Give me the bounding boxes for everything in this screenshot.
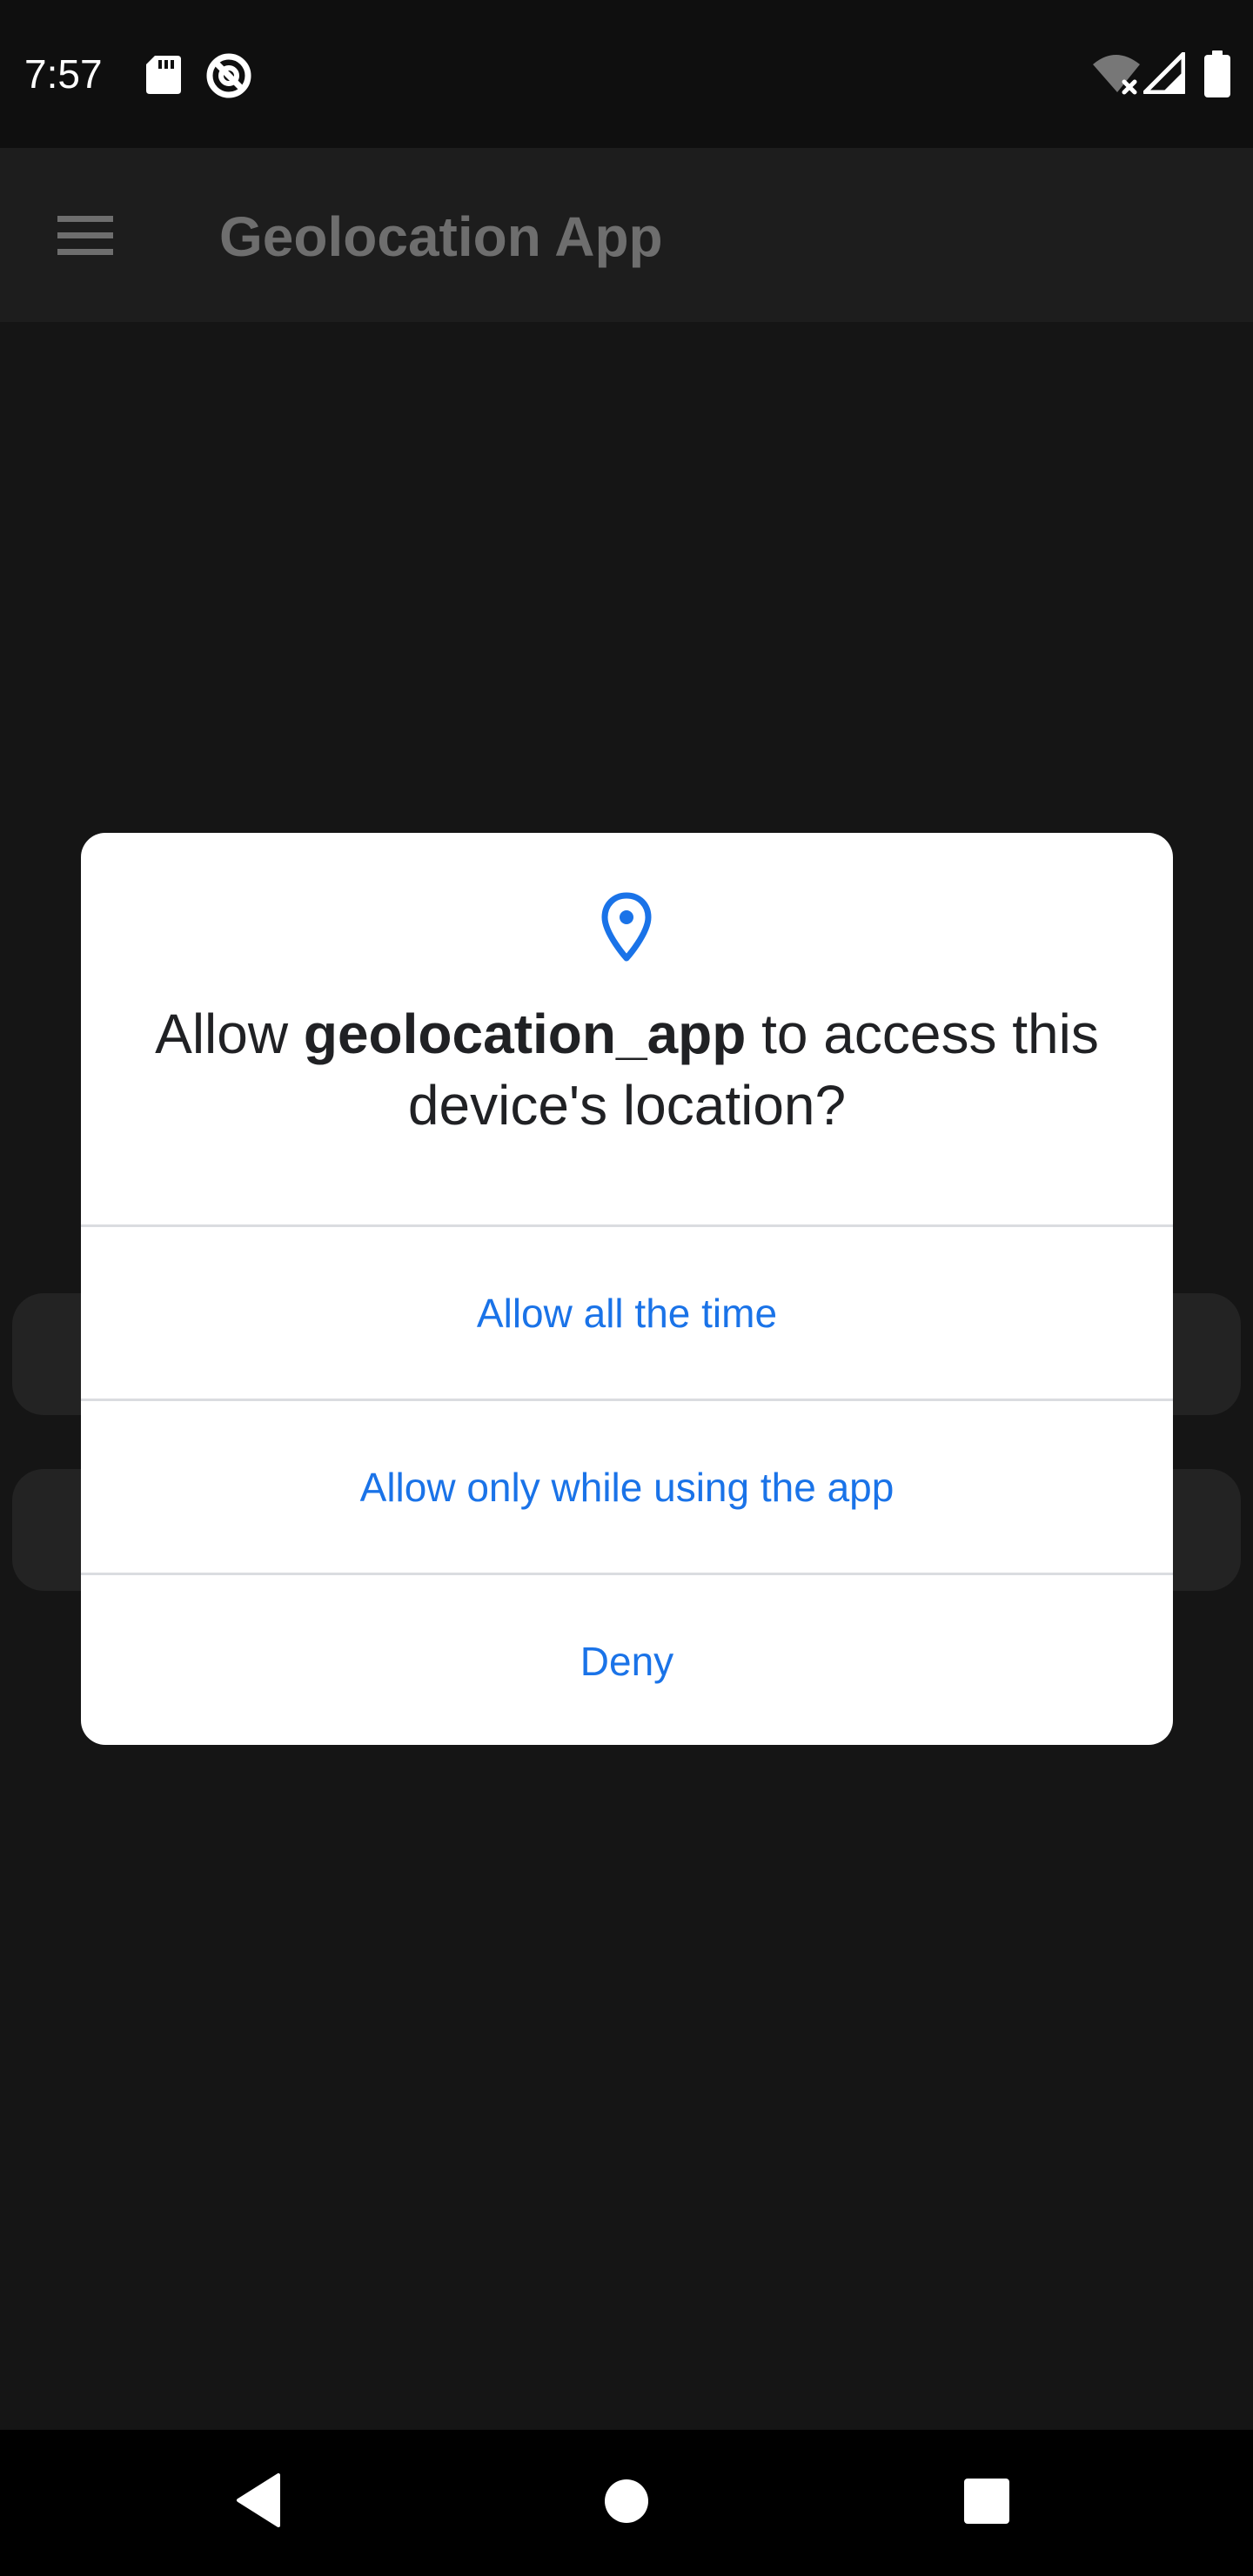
allow-all-the-time-button[interactable]: Allow all the time: [81, 1227, 1173, 1399]
home-icon[interactable]: [604, 2479, 649, 2524]
menu-icon[interactable]: [44, 193, 127, 277]
dialog-message: Allow geolocation_app to access this dev…: [116, 998, 1138, 1141]
cellular-signal-icon: [1143, 52, 1185, 94]
app-title: Geolocation App: [219, 205, 663, 268]
recents-icon[interactable]: [964, 2479, 1009, 2524]
wifi-no-internet-icon: [1093, 55, 1140, 95]
status-bar: 7:57: [0, 0, 1253, 148]
battery-icon: [1204, 50, 1230, 97]
app-name: geolocation_app: [303, 1003, 747, 1065]
message-prefix: Allow: [155, 1003, 304, 1065]
permission-dialog: Allow geolocation_app to access this dev…: [81, 833, 1173, 1745]
status-time: 7:57: [24, 51, 103, 97]
sd-card-icon: [146, 56, 181, 94]
location-pin-icon: [601, 892, 652, 962]
deny-button[interactable]: Deny: [81, 1575, 1173, 1745]
allow-while-using-button[interactable]: Allow only while using the app: [81, 1401, 1173, 1573]
screen: 7:57 Geolocation App Allow geolocation_a…: [0, 0, 1253, 2576]
navigation-bar: [0, 2430, 1253, 2576]
do-not-disturb-icon: [206, 53, 251, 98]
back-icon[interactable]: [233, 2472, 285, 2529]
app-bar: Geolocation App: [0, 148, 1253, 322]
